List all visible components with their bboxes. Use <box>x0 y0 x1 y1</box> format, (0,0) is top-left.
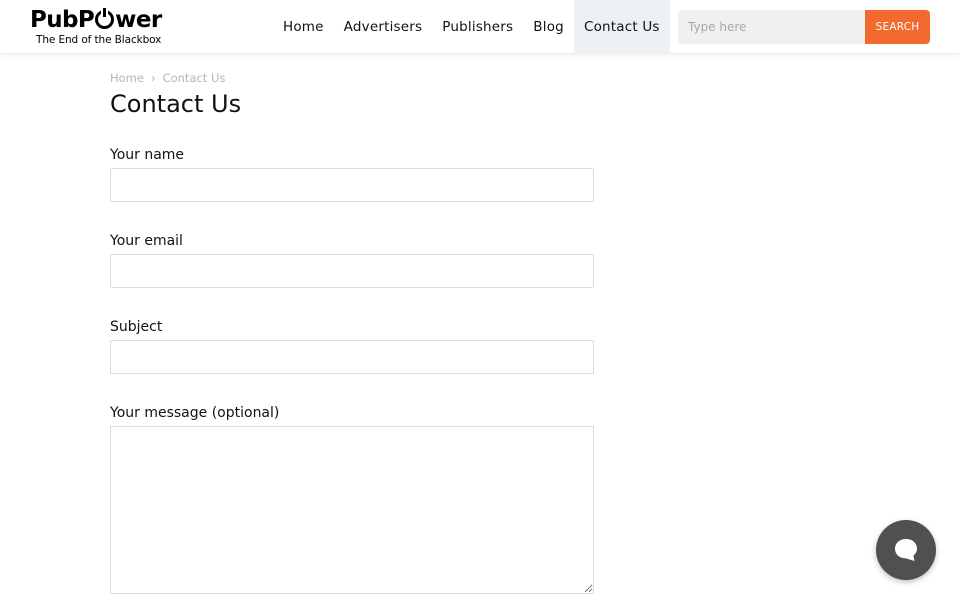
breadcrumb-home-link[interactable]: Home <box>110 71 144 85</box>
pubpower-logo[interactable]: PubP wer The End of the Blackbox <box>30 6 170 48</box>
name-field[interactable] <box>110 168 594 202</box>
breadcrumb: Home › Contact Us <box>110 71 225 85</box>
search-button[interactable]: SEARCH <box>865 10 930 44</box>
logo-wordmark: PubP wer <box>30 7 162 33</box>
site-header: PubP wer The End of the Blackbox Home Adv… <box>0 0 960 54</box>
logo-tagline: The End of the Blackbox <box>36 34 162 46</box>
breadcrumb-current: Contact Us <box>162 71 226 85</box>
chat-bubble-icon <box>895 539 917 561</box>
power-icon <box>95 8 115 29</box>
subject-field[interactable] <box>110 340 594 374</box>
nav-item-blog[interactable]: Blog <box>523 0 574 54</box>
search-input[interactable] <box>678 10 866 44</box>
main-nav: Home Advertisers Publishers Blog Contact… <box>273 0 670 54</box>
subject-label: Subject <box>110 319 163 335</box>
page-title: Contact Us <box>110 90 242 118</box>
message-label: Your message (optional) <box>110 405 280 421</box>
email-field[interactable] <box>110 254 594 288</box>
name-label: Your name <box>110 147 185 163</box>
nav-item-contact-us[interactable]: Contact Us <box>573 0 670 54</box>
nav-item-publishers[interactable]: Publishers <box>432 0 523 54</box>
chat-button[interactable] <box>876 520 936 580</box>
nav-item-home[interactable]: Home <box>273 0 334 54</box>
breadcrumb-separator: › <box>150 71 156 85</box>
email-label: Your email <box>110 233 183 249</box>
message-textarea[interactable] <box>110 426 594 594</box>
nav-item-advertisers[interactable]: Advertisers <box>334 0 433 54</box>
